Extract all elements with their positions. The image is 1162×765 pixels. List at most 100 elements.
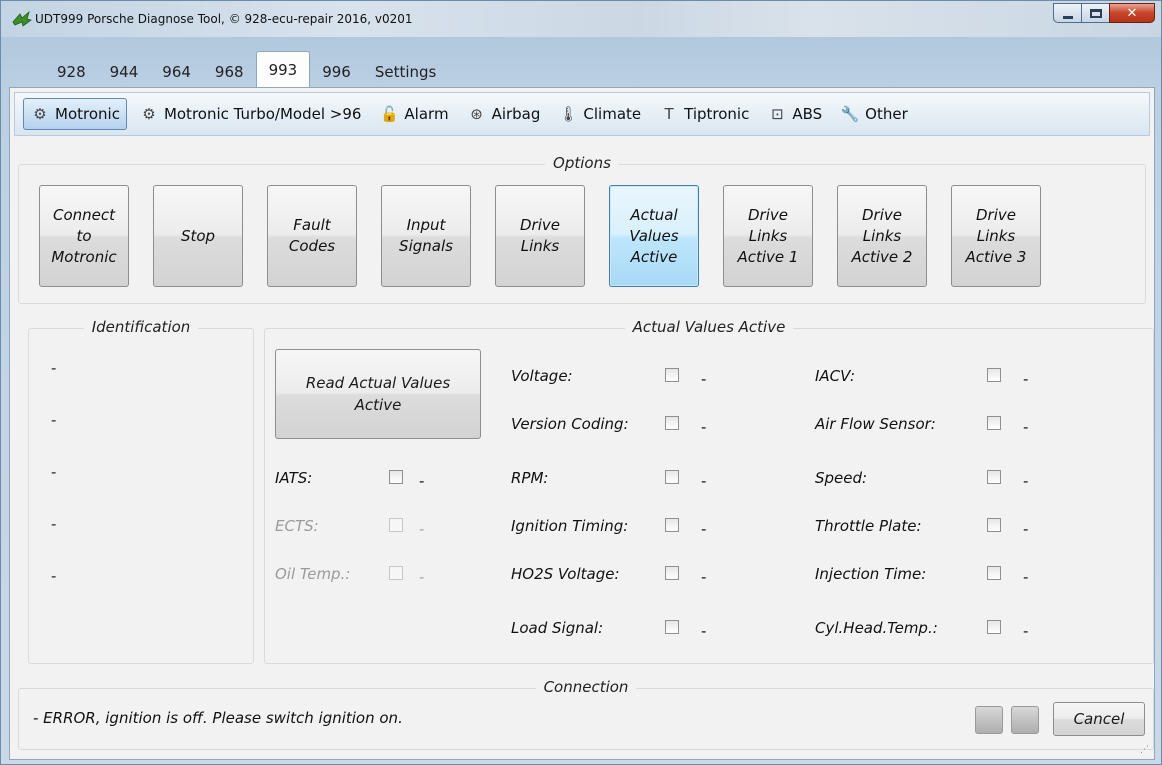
speed-value: - bbox=[1023, 472, 1029, 490]
app-logo-icon bbox=[12, 10, 32, 27]
tab-928[interactable]: 928 bbox=[45, 57, 98, 87]
close-icon: ✕ bbox=[1126, 5, 1138, 21]
ho2s-voltage-label: HO2S Voltage: bbox=[511, 565, 620, 583]
tab-993[interactable]: 993 bbox=[255, 51, 311, 87]
ects-label: ECTS: bbox=[275, 517, 319, 535]
load-signal-checkbox[interactable] bbox=[665, 620, 679, 634]
voltage-value: - bbox=[701, 370, 707, 388]
voltage-label: Voltage: bbox=[511, 367, 573, 385]
resize-grip-icon[interactable]: ⋰ bbox=[1140, 745, 1150, 755]
subtab-label: Tiptronic bbox=[684, 105, 750, 123]
load-signal-label: Load Signal: bbox=[511, 619, 604, 637]
window-controls: ✕ bbox=[1053, 3, 1155, 23]
subtab-label: Motronic bbox=[55, 105, 120, 123]
option-button-actual-values-active[interactable]: Actual Values Active bbox=[609, 185, 699, 287]
iats-label: IATS: bbox=[275, 469, 313, 487]
subtab-abs[interactable]: ⊡ ABS bbox=[761, 98, 828, 130]
air-flow-sensor-checkbox[interactable] bbox=[987, 416, 1001, 430]
option-button-connect-to-motronic[interactable]: Connect to Motronic bbox=[39, 185, 129, 287]
minimize-icon bbox=[1063, 16, 1073, 19]
ignition-timing-value: - bbox=[701, 520, 707, 538]
maximize-icon bbox=[1090, 9, 1102, 18]
subtab-label: Climate bbox=[583, 105, 642, 123]
option-button-drive-links-active-2[interactable]: Drive Links Active 2 bbox=[837, 185, 927, 287]
tab-settings[interactable]: Settings bbox=[363, 57, 449, 87]
option-button-fault-codes[interactable]: Fault Codes bbox=[267, 185, 357, 287]
air-flow-sensor-label: Air Flow Sensor: bbox=[815, 415, 936, 433]
actual-values-title: Actual Values Active bbox=[624, 318, 794, 336]
engine-icon: ⚙ bbox=[33, 105, 47, 123]
rpm-value: - bbox=[701, 472, 707, 490]
read-actual-values-button[interactable]: Read Actual Values Active bbox=[275, 349, 481, 439]
subtab-tiptronic[interactable]: T Tiptronic bbox=[653, 98, 755, 130]
ignition-timing-checkbox[interactable] bbox=[665, 518, 679, 532]
identification-value: - bbox=[51, 359, 57, 377]
speed-checkbox[interactable] bbox=[987, 470, 1001, 484]
option-button-input-signals[interactable]: Input Signals bbox=[381, 185, 471, 287]
iats-checkbox[interactable] bbox=[389, 470, 403, 484]
subtab-airbag[interactable]: ⊛ Airbag bbox=[461, 98, 547, 130]
padlock-icon: 🔓 bbox=[380, 105, 399, 123]
maximize-button[interactable] bbox=[1081, 3, 1109, 23]
subtab-motronic-turbo-model-96[interactable]: ⚙ Motronic Turbo/Model >96 bbox=[133, 98, 367, 130]
subtab-motronic[interactable]: ⚙ Motronic bbox=[23, 98, 127, 130]
air-flow-sensor-value: - bbox=[1023, 418, 1029, 436]
oil-temp-checkbox bbox=[389, 566, 403, 580]
options-group: Options Connect to Motronic Stop Fault Cod… bbox=[18, 154, 1146, 304]
status-indicator-2 bbox=[1011, 706, 1039, 734]
rpm-checkbox[interactable] bbox=[665, 470, 679, 484]
cyl-head-temp-value: - bbox=[1023, 622, 1029, 640]
engine-icon: ⚙ bbox=[142, 105, 156, 123]
version-coding-checkbox[interactable] bbox=[665, 416, 679, 430]
cancel-button[interactable]: Cancel bbox=[1053, 702, 1145, 736]
injection-time-label: Injection Time: bbox=[815, 565, 927, 583]
iats-value: - bbox=[419, 472, 425, 490]
ho2s-voltage-checkbox[interactable] bbox=[665, 566, 679, 580]
identification-value: - bbox=[51, 567, 57, 585]
cyl-head-temp-checkbox[interactable] bbox=[987, 620, 1001, 634]
subtab-climate[interactable]: 🌡 Climate bbox=[552, 98, 647, 130]
option-button-stop[interactable]: Stop bbox=[153, 185, 243, 287]
connection-status: - ERROR, ignition is off. Please switch … bbox=[33, 709, 403, 727]
subtab-label: ABS bbox=[792, 105, 823, 123]
model-tabs: 928 944 964 968 993 996 Settings bbox=[45, 51, 449, 87]
options-title: Options bbox=[545, 154, 619, 172]
tab-968[interactable]: 968 bbox=[203, 57, 256, 87]
voltage-checkbox[interactable] bbox=[665, 368, 679, 382]
option-button-drive-links-active-3[interactable]: Drive Links Active 3 bbox=[951, 185, 1041, 287]
load-signal-value: - bbox=[701, 622, 707, 640]
module-toolbar: ⚙ Motronic ⚙ Motronic Turbo/Model >96 🔓 Alarm… bbox=[14, 92, 1150, 136]
injection-time-value: - bbox=[1023, 568, 1029, 586]
ects-checkbox bbox=[389, 518, 403, 532]
option-button-drive-links-active-1[interactable]: Drive Links Active 1 bbox=[723, 185, 813, 287]
tab-996[interactable]: 996 bbox=[310, 57, 363, 87]
identification-value: - bbox=[51, 515, 57, 533]
connection-group: Connection - ERROR, ignition is off. Ple… bbox=[18, 678, 1154, 750]
tab-page-993: ⚙ Motronic ⚙ Motronic Turbo/Model >96 🔓 Alarm… bbox=[9, 87, 1155, 760]
tab-964[interactable]: 964 bbox=[150, 57, 203, 87]
subtab-label: Other bbox=[865, 105, 908, 123]
title-bar[interactable]: UDT999 Porsche Diagnose Tool, © 928-ecu-… bbox=[1, 1, 1161, 37]
option-button-drive-links[interactable]: Drive Links bbox=[495, 185, 585, 287]
rpm-label: RPM: bbox=[511, 469, 549, 487]
throttle-plate-label: Throttle Plate: bbox=[815, 517, 922, 535]
close-button[interactable]: ✕ bbox=[1109, 3, 1155, 23]
window-title: UDT999 Porsche Diagnose Tool, © 928-ecu-… bbox=[35, 12, 413, 26]
connection-title: Connection bbox=[535, 678, 637, 696]
oil-temp-value: - bbox=[419, 568, 425, 586]
subtab-alarm[interactable]: 🔓 Alarm bbox=[373, 98, 454, 130]
identification-group: Identification - - - - - bbox=[28, 318, 254, 664]
speed-label: Speed: bbox=[815, 469, 868, 487]
injection-time-checkbox[interactable] bbox=[987, 566, 1001, 580]
identification-value: - bbox=[51, 463, 57, 481]
subtab-other[interactable]: 🔧 Other bbox=[834, 98, 914, 130]
version-coding-label: Version Coding: bbox=[511, 415, 629, 433]
throttle-plate-checkbox[interactable] bbox=[987, 518, 1001, 532]
iacv-checkbox[interactable] bbox=[987, 368, 1001, 382]
ho2s-voltage-value: - bbox=[701, 568, 707, 586]
minimize-button[interactable] bbox=[1053, 3, 1081, 23]
oil-temp-label: Oil Temp.: bbox=[275, 565, 351, 583]
abs-icon: ⊡ bbox=[771, 105, 784, 123]
iacv-label: IACV: bbox=[815, 367, 856, 385]
tab-944[interactable]: 944 bbox=[98, 57, 151, 87]
